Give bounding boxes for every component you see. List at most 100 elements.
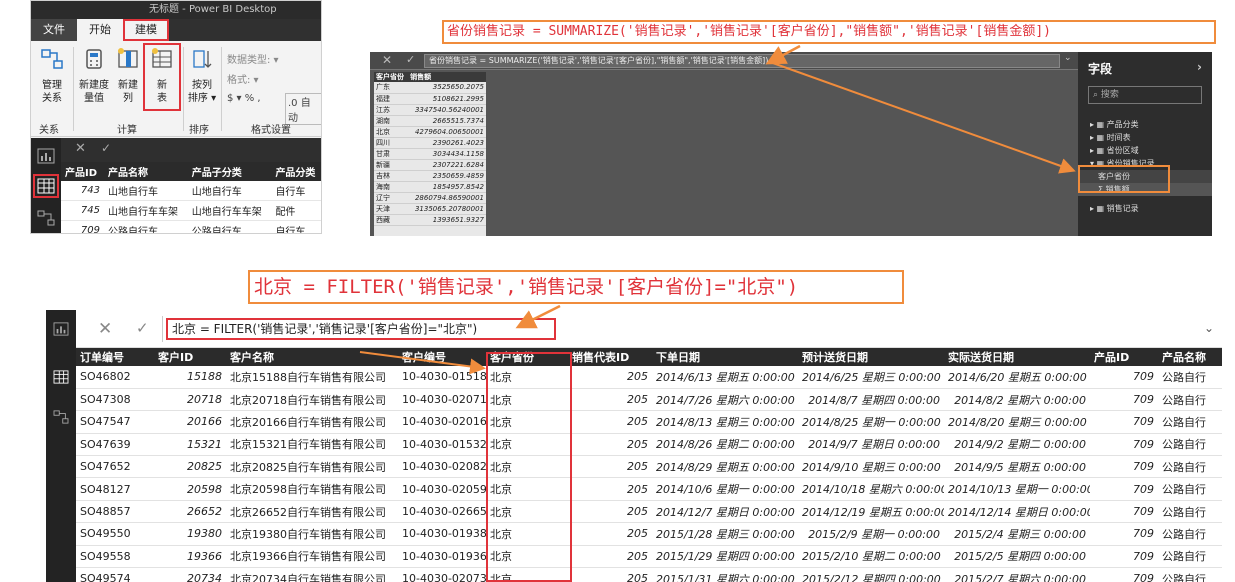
tab-home[interactable]: 开始 — [77, 19, 123, 41]
field-table-sales-records[interactable]: ▸ ▦ 销售记录 — [1078, 202, 1212, 215]
close-icon[interactable]: ✕ — [382, 53, 392, 67]
cell: 2015/2/5 星期四 0:00:00 — [944, 545, 1090, 569]
data-view-icon[interactable] — [33, 174, 59, 198]
data-type-dropdown[interactable]: 数据类型: ▾ — [227, 51, 279, 66]
table-row: 709 公路自行车 公路自行车 自行车 — [61, 220, 321, 233]
filter-formula-caption: 北京 = FILTER('销售记录','销售记录'[客户省份]="北京") — [248, 270, 904, 304]
cell: 2014/9/2 星期二 0:00:00 — [944, 433, 1090, 457]
field-table-time[interactable]: ▸ ▦ 时间表 — [1078, 131, 1212, 144]
cell: 2860794.86590001 — [408, 192, 486, 204]
manage-relationships-button[interactable]: 管理 关系 — [35, 47, 69, 105]
cell: 2014/6/25 星期三 0:00:00 — [798, 366, 944, 389]
report-view-icon[interactable] — [37, 148, 55, 164]
check-icon[interactable]: ✓ — [101, 141, 111, 155]
column-header[interactable]: 产品ID — [61, 162, 104, 181]
cell: 公路自行 — [1158, 366, 1222, 389]
column-header[interactable]: 客户编号 — [398, 348, 486, 366]
cell: 10-4030-020718 — [398, 388, 486, 412]
data-view-icon[interactable] — [53, 370, 69, 384]
cell: 2014/8/2 星期六 0:00:00 — [944, 388, 1090, 412]
column-header[interactable]: 产品名称 — [1158, 348, 1222, 366]
chevron-down-icon[interactable]: ⌄ — [1204, 321, 1214, 335]
table-row: 辽宁 2860794.86590001 — [374, 192, 486, 204]
cell: SO49574 — [76, 567, 154, 582]
format-dropdown[interactable]: 格式: ▾ — [227, 71, 259, 86]
group-label-calculations: 计算 — [117, 125, 137, 136]
cell: 15188 — [154, 366, 226, 389]
beijing-table: 订单编号 客户ID 客户名称 客户编号 客户省份 销售代表ID 下单日期 预计送货日期 实际送货… — [76, 348, 1222, 582]
new-column-button[interactable]: 新建 列 — [111, 47, 145, 105]
cell: 公路自行 — [1158, 410, 1222, 434]
check-icon[interactable]: ✓ — [406, 53, 415, 66]
cell: 3525650.2075 — [408, 82, 486, 94]
check-icon[interactable]: ✓ — [136, 319, 149, 337]
tab-modeling[interactable]: 建模 — [123, 19, 169, 41]
cell: 山地自行车车架 — [103, 200, 188, 221]
close-icon[interactable]: ✕ — [75, 141, 86, 156]
model-view-icon[interactable] — [53, 410, 69, 424]
column-header[interactable]: 预计送货日期 — [798, 348, 944, 366]
cell: 江苏 — [374, 104, 409, 116]
formula-bar[interactable]: ✕ ✓ — [61, 138, 321, 162]
column-header[interactable]: 产品子分类 — [187, 162, 272, 181]
cell: 公路自行 — [1158, 545, 1222, 569]
column-header[interactable]: 产品分类 — [271, 162, 321, 181]
formula-input[interactable]: 北京 = FILTER('销售记录','销售记录'[客户省份]="北京") — [166, 318, 556, 340]
cell: 2015/2/7 星期六 0:00:00 — [944, 567, 1090, 582]
cell: 四川 — [374, 137, 409, 149]
cell: 北京26652自行车销售有限公司 — [226, 500, 398, 524]
chevron-down-icon[interactable]: ⌄ — [1064, 53, 1072, 63]
table-row: 福建 5108621.2995 — [374, 93, 486, 105]
chevron-right-icon[interactable]: › — [1197, 60, 1202, 74]
table-row: SO49558 19366 北京19366自行车销售有限公司 10-4030-0193… — [76, 545, 1222, 569]
new-table-label: 新 表 — [157, 80, 167, 104]
fields-search-input[interactable]: ⌕ 搜索 — [1088, 86, 1202, 104]
tab-file[interactable]: 文件 — [31, 19, 77, 41]
cell: 公路自行 — [1158, 455, 1222, 479]
column-header[interactable]: 客户ID — [154, 348, 226, 366]
column-header[interactable]: 下单日期 — [652, 348, 798, 366]
field-table-product-category[interactable]: ▸ ▦ 产品分类 — [1078, 118, 1212, 131]
cell: 205 — [568, 477, 652, 501]
view-switcher — [46, 310, 76, 582]
cell: 广东 — [374, 82, 409, 94]
column-header[interactable]: 订单编号 — [76, 348, 154, 366]
table-row: 吉林 2350659.4859 — [374, 170, 486, 182]
column-header[interactable]: 销售代表ID — [568, 348, 652, 366]
sort-by-column-button[interactable]: 按列 排序 ▾ — [185, 47, 219, 105]
summarize-screenshot: ✕ ✓ 省份销售记录 = SUMMARIZE('销售记录','销售记录'[客户省… — [370, 52, 1212, 236]
formula-bar[interactable]: ✕ ✓ 省份销售记录 = SUMMARIZE('销售记录','销售记录'[客户省… — [370, 52, 1078, 70]
cell: 2014/12/14 星期日 0:00:00 — [944, 500, 1090, 524]
close-icon[interactable]: ✕ — [98, 319, 112, 339]
column-header[interactable]: 实际送货日期 — [944, 348, 1090, 366]
cell: 10-4030-020166 — [398, 410, 486, 434]
table-row: 天津 3135065.20780001 — [374, 203, 486, 215]
column-header[interactable]: 销售额 — [408, 72, 486, 82]
cell: 10-4030-019366 — [398, 545, 486, 569]
field-table-province-region[interactable]: ▸ ▦ 省份区域 — [1078, 144, 1212, 157]
cell: 10-4030-015321 — [398, 433, 486, 457]
column-header[interactable]: 客户省份 — [374, 72, 409, 82]
group-label-relationships: 关系 — [39, 125, 59, 136]
report-view-icon[interactable] — [53, 322, 69, 336]
column-header[interactable]: 产品ID — [1090, 348, 1158, 366]
column-header[interactable]: 客户名称 — [226, 348, 398, 366]
fields-search-placeholder: 搜索 — [1100, 90, 1119, 100]
divider — [73, 47, 74, 131]
province-column-highlight — [486, 352, 572, 582]
new-measure-button[interactable]: 新建度 量值 — [77, 47, 111, 105]
currency-format-controls[interactable]: $ ▾ % , — [227, 93, 261, 104]
column-header[interactable]: 产品名称 — [103, 162, 188, 181]
cell: 辽宁 — [374, 192, 409, 204]
model-view-icon[interactable] — [37, 210, 55, 226]
cell: 新疆 — [374, 159, 409, 171]
cell: 709 — [1090, 410, 1158, 434]
cell: 公路自行 — [1158, 388, 1222, 412]
formula-input[interactable]: 省份销售记录 = SUMMARIZE('销售记录','销售记录'[客户省份],"… — [424, 54, 1060, 68]
cell: 北京15321自行车销售有限公司 — [226, 433, 398, 457]
new-table-button[interactable]: 新 表 — [143, 43, 181, 111]
cell: 公路自行 — [1158, 567, 1222, 582]
cell: 2665515.7374 — [408, 115, 486, 127]
table-header-row: 产品ID 产品名称 产品子分类 产品分类 — [61, 162, 321, 181]
table-row: 北京 4279604.00650001 — [374, 126, 486, 138]
